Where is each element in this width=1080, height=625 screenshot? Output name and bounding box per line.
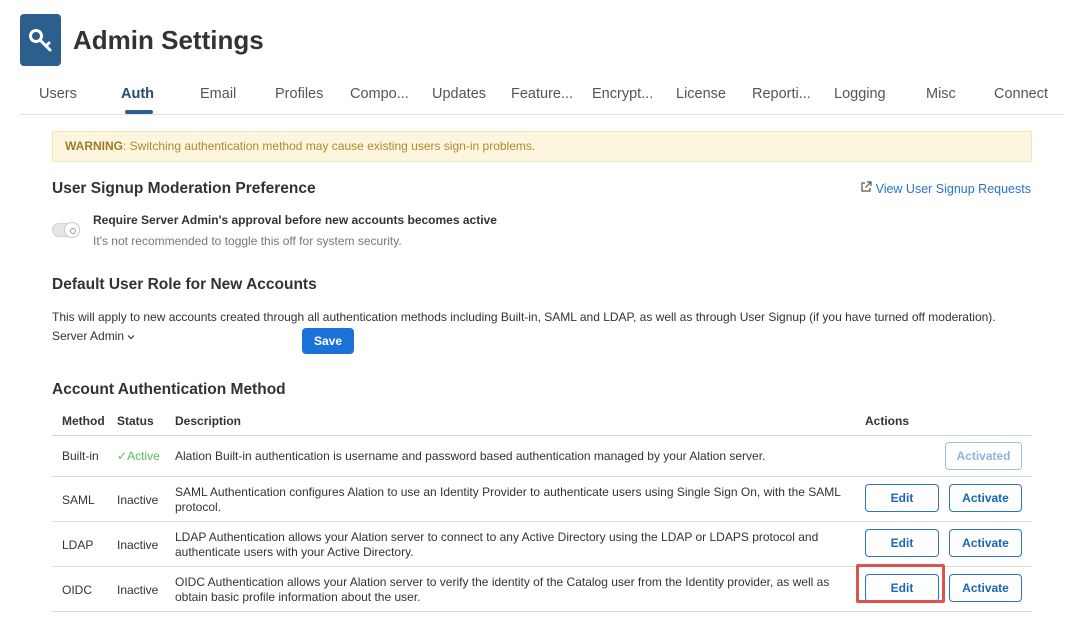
warning-label: WARNING: [65, 139, 123, 153]
tab-auth[interactable]: Auth: [121, 86, 154, 102]
activate-button[interactable]: Activate: [949, 529, 1022, 557]
column-status: Status: [117, 414, 154, 428]
status-cell: Inactive: [117, 583, 159, 597]
tab-email[interactable]: Email: [200, 86, 236, 102]
tab-updates[interactable]: Updates: [432, 86, 486, 102]
tab-profiles[interactable]: Profiles: [275, 86, 323, 102]
status-label: Active: [127, 449, 160, 463]
default-role-title: Default User Role for New Accounts: [52, 276, 317, 293]
status-cell: Inactive: [117, 493, 159, 507]
tab-features[interactable]: Feature...: [511, 86, 573, 102]
edit-button[interactable]: Edit: [865, 529, 939, 557]
auth-methods-table: Method Status Description Actions Built-…: [52, 406, 1032, 612]
table-header: Method Status Description Actions: [52, 406, 1032, 436]
warning-banner: WARNING: Switching authentication method…: [52, 131, 1032, 162]
toggle-label: Require Server Admin's approval before n…: [93, 213, 497, 227]
method-cell: Built-in: [62, 449, 99, 463]
status-cell: Inactive: [117, 538, 159, 552]
default-role-description: This will apply to new accounts created …: [52, 310, 996, 324]
edit-button[interactable]: Edit: [865, 574, 939, 602]
approval-toggle[interactable]: [52, 222, 80, 238]
column-method: Method: [62, 414, 105, 428]
toggle-hint: It's not recommended to toggle this off …: [93, 234, 402, 248]
tab-users[interactable]: Users: [39, 86, 77, 102]
tab-components[interactable]: Compo...: [350, 86, 409, 102]
activate-button[interactable]: Activate: [949, 574, 1022, 602]
chevron-down-icon: [127, 329, 135, 343]
table-row: OIDC Inactive OIDC Authentication allows…: [52, 567, 1032, 612]
tab-connect[interactable]: Connect: [994, 86, 1048, 102]
tab-license[interactable]: License: [676, 86, 726, 102]
method-cell: LDAP: [62, 538, 94, 552]
method-cell: SAML: [62, 493, 95, 507]
method-cell: OIDC: [62, 583, 92, 597]
warning-text: : Switching authentication method may ca…: [123, 139, 536, 153]
role-dropdown[interactable]: Server Admin: [52, 329, 135, 343]
tab-encryption[interactable]: Encrypt...: [592, 86, 653, 102]
tab-misc[interactable]: Misc: [926, 86, 956, 102]
table-row: Built-in ✓Active Alation Built-in authen…: [52, 436, 1032, 477]
tab-bar: Users Auth Email Profiles Compo... Updat…: [20, 78, 1064, 115]
edit-button[interactable]: Edit: [865, 484, 939, 512]
external-link-icon: [860, 181, 872, 196]
view-signup-requests-link[interactable]: View User Signup Requests: [860, 181, 1031, 196]
activated-button[interactable]: Activated: [945, 442, 1022, 470]
description-cell: OIDC Authentication allows your Alation …: [175, 575, 830, 604]
signup-section-title: User Signup Moderation Preference: [52, 180, 316, 197]
tab-logging[interactable]: Logging: [834, 86, 886, 102]
save-button[interactable]: Save: [302, 328, 354, 354]
tab-reporting[interactable]: Reporti...: [752, 86, 811, 102]
toggle-knob: [64, 222, 80, 238]
role-dropdown-value: Server Admin: [52, 329, 125, 343]
view-signup-requests-label: View User Signup Requests: [875, 181, 1031, 196]
description-cell: LDAP Authentication allows your Alation …: [175, 530, 819, 559]
check-icon: ✓: [117, 449, 128, 463]
activate-button[interactable]: Activate: [949, 484, 1022, 512]
auth-section-title: Account Authentication Method: [52, 381, 286, 398]
key-icon: [20, 14, 61, 66]
header: Admin Settings: [20, 14, 264, 66]
description-cell: SAML Authentication configures Alation t…: [175, 485, 841, 514]
active-tab-indicator: [125, 110, 153, 114]
status-cell: ✓Active: [117, 449, 160, 463]
description-cell: Alation Built-in authentication is usern…: [175, 449, 766, 463]
table-row: SAML Inactive SAML Authentication config…: [52, 477, 1032, 522]
page-title: Admin Settings: [73, 24, 264, 55]
table-row: LDAP Inactive LDAP Authentication allows…: [52, 522, 1032, 567]
column-actions: Actions: [865, 414, 910, 428]
column-description: Description: [175, 414, 242, 428]
